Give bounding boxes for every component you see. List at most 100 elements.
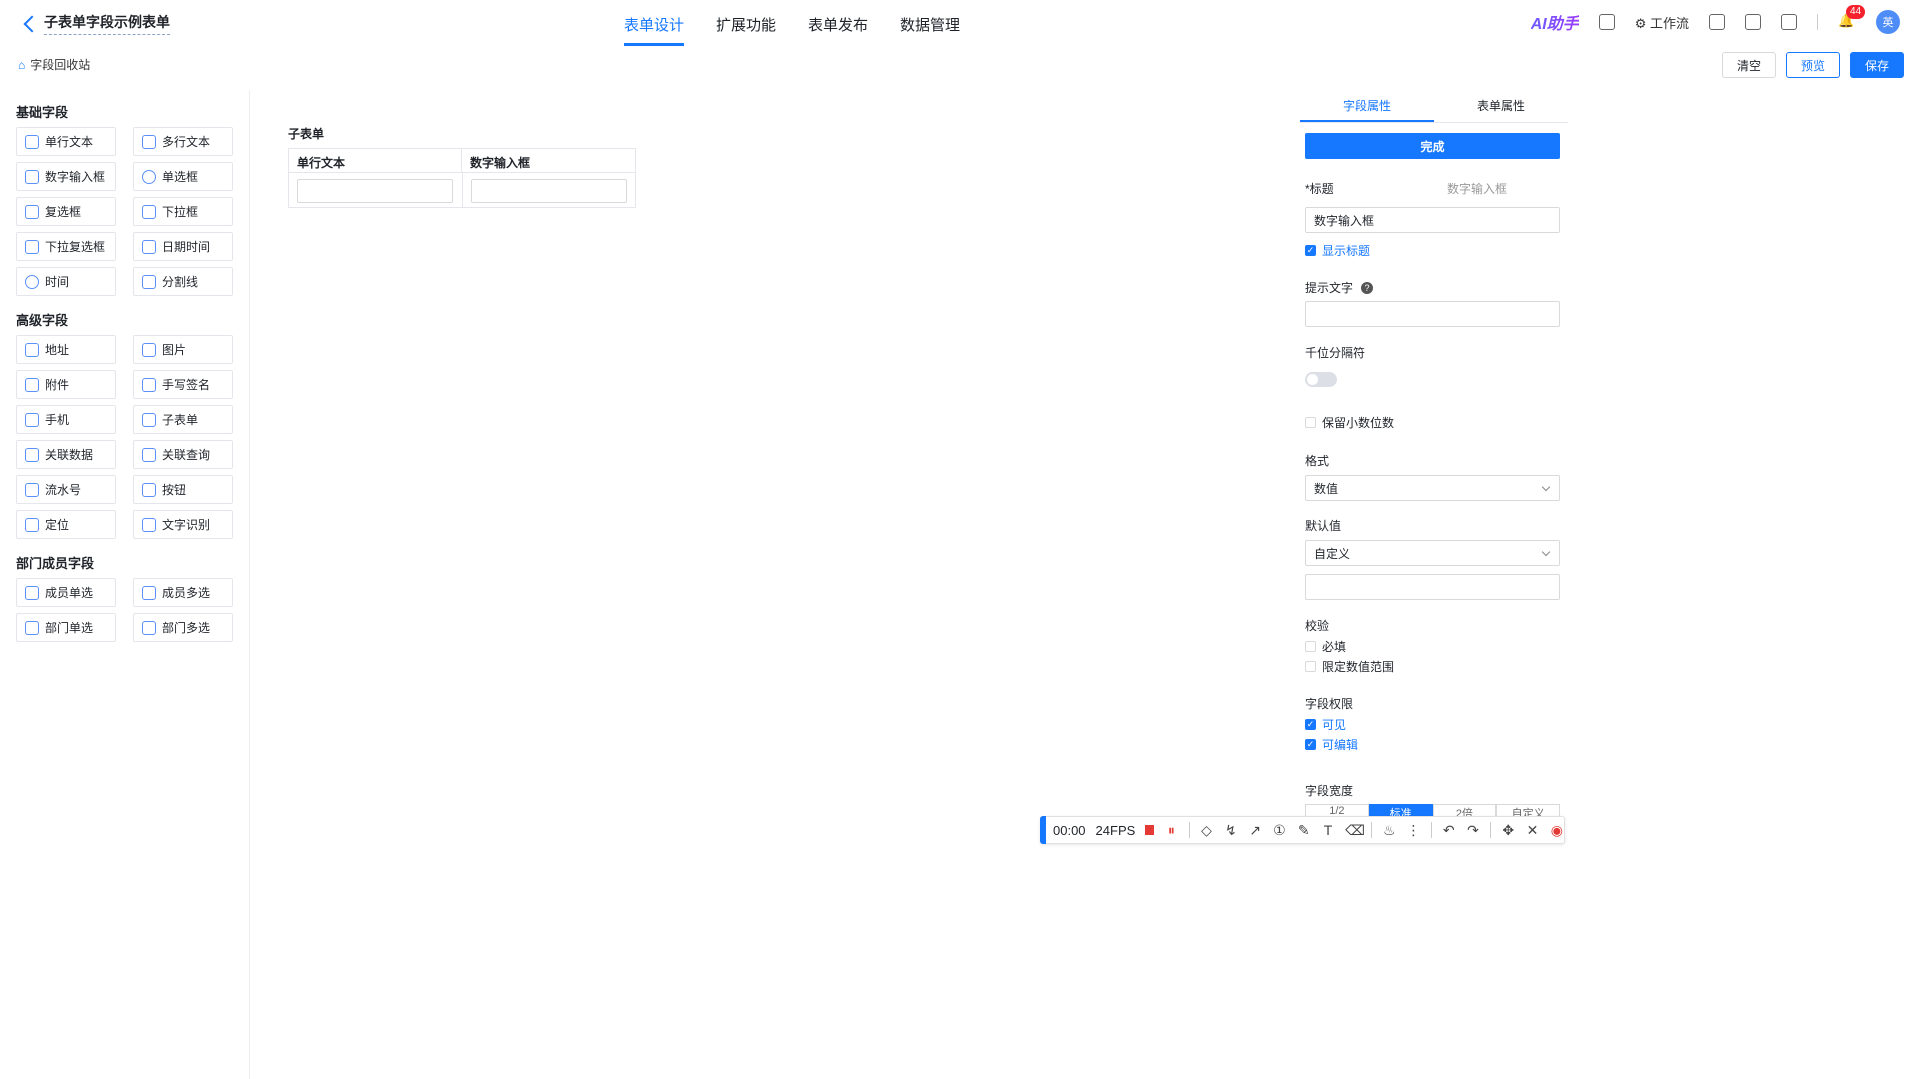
default-value: 自定义 [1314, 546, 1351, 561]
field-location[interactable]: 定位 [16, 510, 116, 539]
shape-icon[interactable]: ◇ [1199, 822, 1213, 839]
default-input[interactable] [1305, 574, 1560, 600]
redo-icon[interactable]: ↷ [1466, 822, 1480, 839]
editable-label: 可编辑 [1322, 738, 1359, 752]
field-number[interactable]: 数字输入框 [16, 162, 116, 191]
member-fields: 成员单选 成员多选 部门单选 部门多选 [16, 578, 249, 642]
checkbox-box [1305, 661, 1316, 672]
field-linked-data[interactable]: 关联数据 [16, 440, 116, 469]
phone-icon [25, 412, 39, 427]
field-multi-dropdown[interactable]: 下拉复选框 [16, 232, 116, 261]
done-button[interactable]: 完成 [1305, 133, 1560, 159]
field-dept-single[interactable]: 部门单选 [16, 613, 116, 642]
field-label: 成员单选 [45, 586, 94, 600]
field-radio[interactable]: 单选框 [133, 162, 233, 191]
format-select[interactable]: 数值 [1305, 475, 1560, 501]
visible-checkbox[interactable]: ✓ 可见 [1305, 716, 1346, 733]
recycle-bin-link[interactable]: ⌂ 字段回收站 [18, 56, 90, 73]
field-member-single[interactable]: 成员单选 [16, 578, 116, 607]
placeholder-input[interactable] [1305, 301, 1560, 327]
field-signature[interactable]: 手写签名 [133, 370, 233, 399]
field-ocr[interactable]: 文字识别 [133, 510, 233, 539]
validation-label: 校验 [1305, 619, 1330, 633]
tab-publish[interactable]: 表单发布 [808, 14, 868, 46]
subform-table[interactable]: 单行文本 数字输入框 [288, 148, 636, 208]
field-linked-query[interactable]: 关联查询 [133, 440, 233, 469]
field-label: 按钮 [162, 483, 187, 497]
help-icon[interactable]: ? [1361, 281, 1374, 294]
header-actions: AI助手 ⚙ 工作流 🔔 44 英 [1531, 5, 1900, 34]
field-label: 文字识别 [162, 518, 211, 532]
field-label: 下拉框 [162, 205, 199, 219]
preview-button[interactable]: 预览 [1785, 52, 1840, 78]
field-checkbox[interactable]: 复选框 [16, 197, 116, 226]
field-label: 部门多选 [162, 621, 211, 635]
eraser-icon[interactable]: ⌫ [1345, 822, 1365, 839]
pause-icon[interactable]: ⏸ [1164, 822, 1178, 839]
placeholder-label: 提示文字? [1305, 279, 1374, 296]
cell-input[interactable] [471, 179, 627, 203]
field-serial[interactable]: 流水号 [16, 475, 116, 504]
field-image[interactable]: 图片 [133, 335, 233, 364]
close-icon[interactable]: ✕ [1525, 822, 1539, 839]
field-palette: 基础字段 单行文本 多行文本 数字输入框 单选框 复选框 下拉框 下拉复选框 日… [0, 90, 250, 1079]
tab-form-properties[interactable]: 表单属性 [1434, 90, 1568, 122]
column-header[interactable]: 数字输入框 [462, 149, 635, 173]
column-header[interactable]: 单行文本 [289, 149, 462, 173]
editable-checkbox[interactable]: ✓ 可编辑 [1305, 736, 1358, 753]
default-select[interactable]: 自定义 [1305, 540, 1560, 566]
field-dropdown[interactable]: 下拉框 [133, 197, 233, 226]
range-checkbox[interactable]: 限定数值范围 [1305, 658, 1394, 675]
main-tabs: 表单设计 扩展功能 表单发布 数据管理 [624, 14, 960, 46]
tab-field-properties[interactable]: 字段属性 [1300, 90, 1434, 122]
text-icon[interactable]: T [1321, 822, 1335, 838]
avatar[interactable]: 英 [1876, 10, 1900, 34]
polyline-icon[interactable]: ↯ [1224, 822, 1238, 839]
more-icon[interactable]: ⋮ [1406, 822, 1421, 839]
field-multi-line[interactable]: 多行文本 [133, 127, 233, 156]
field-single-line[interactable]: 单行文本 [16, 127, 116, 156]
document-icon[interactable] [1745, 14, 1761, 30]
show-title-checkbox[interactable]: ✓ 显示标题 [1305, 242, 1370, 259]
required-checkbox[interactable]: 必填 [1305, 638, 1346, 655]
field-datetime[interactable]: 日期时间 [133, 232, 233, 261]
field-time[interactable]: 时间 [16, 267, 116, 296]
panel-icon[interactable] [1781, 14, 1797, 30]
highlight-icon[interactable]: ♨ [1382, 822, 1396, 839]
decimal-checkbox[interactable]: 保留小数位数 [1305, 414, 1394, 431]
title-input[interactable]: 数字输入框 [1305, 207, 1560, 233]
visible-label: 可见 [1322, 718, 1347, 732]
tab-extensions[interactable]: 扩展功能 [716, 14, 776, 46]
translate-icon[interactable] [1598, 14, 1615, 30]
arrow-icon[interactable]: ↗ [1248, 822, 1262, 839]
form-title[interactable]: 子表单字段示例表单 [44, 12, 170, 35]
workflow-button[interactable]: ⚙ 工作流 [1635, 13, 1689, 32]
ai-assistant-button[interactable]: AI助手 [1531, 10, 1579, 34]
record-icon[interactable]: ◉ [1550, 822, 1564, 839]
field-address[interactable]: 地址 [16, 335, 116, 364]
tab-form-design[interactable]: 表单设计 [624, 14, 685, 46]
field-subform[interactable]: 子表单 [133, 405, 233, 434]
tab-data-management[interactable]: 数据管理 [900, 14, 960, 46]
bell-icon[interactable]: 🔔 44 [1838, 5, 1866, 31]
field-label: 手机 [45, 413, 70, 427]
apps-icon[interactable] [1709, 14, 1725, 30]
pencil-icon[interactable]: ✎ [1297, 822, 1311, 839]
required-label: 必填 [1322, 640, 1347, 654]
clear-button[interactable]: 清空 [1721, 52, 1776, 78]
stop-icon[interactable] [1145, 825, 1155, 835]
field-dept-multi[interactable]: 部门多选 [133, 613, 233, 642]
field-button[interactable]: 按钮 [133, 475, 233, 504]
field-member-multi[interactable]: 成员多选 [133, 578, 233, 607]
divider [1371, 822, 1373, 838]
field-divider[interactable]: 分割线 [133, 267, 233, 296]
number-icon[interactable]: ① [1272, 822, 1286, 839]
undo-icon[interactable]: ↶ [1442, 822, 1456, 839]
back-button[interactable]: 子表单字段示例表单 [20, 12, 170, 35]
field-attachment[interactable]: 附件 [16, 370, 116, 399]
save-button[interactable]: 保存 [1849, 52, 1904, 78]
cell-input[interactable] [297, 179, 453, 203]
thousands-toggle[interactable] [1305, 372, 1337, 387]
field-phone[interactable]: 手机 [16, 405, 116, 434]
move-icon[interactable]: ✥ [1501, 822, 1515, 839]
